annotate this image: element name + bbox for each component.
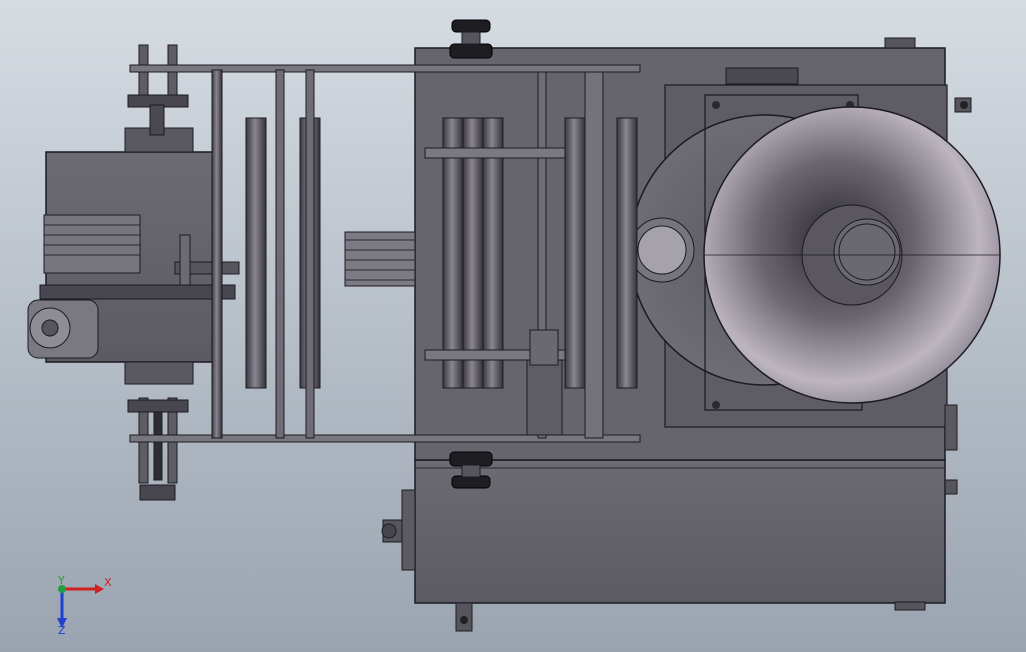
bottom-adjustment-screws — [127, 397, 189, 501]
machine-model-drawing: X Y Z — [27, 19, 1001, 637]
hopper-bowl — [703, 106, 1001, 404]
z-axis-label: Z — [58, 624, 66, 637]
x-axis-label: X — [104, 576, 112, 589]
cad-viewport[interactable]: X Y Z — [0, 0, 1026, 652]
coordinate-triad: X Y Z — [57, 574, 112, 637]
y-axis-label: Y — [57, 574, 65, 587]
top-adjustment-screws — [127, 44, 189, 136]
left-feeder-unit — [27, 127, 240, 385]
x-axis-arrowhead — [95, 584, 104, 594]
left-rollers — [211, 69, 321, 439]
